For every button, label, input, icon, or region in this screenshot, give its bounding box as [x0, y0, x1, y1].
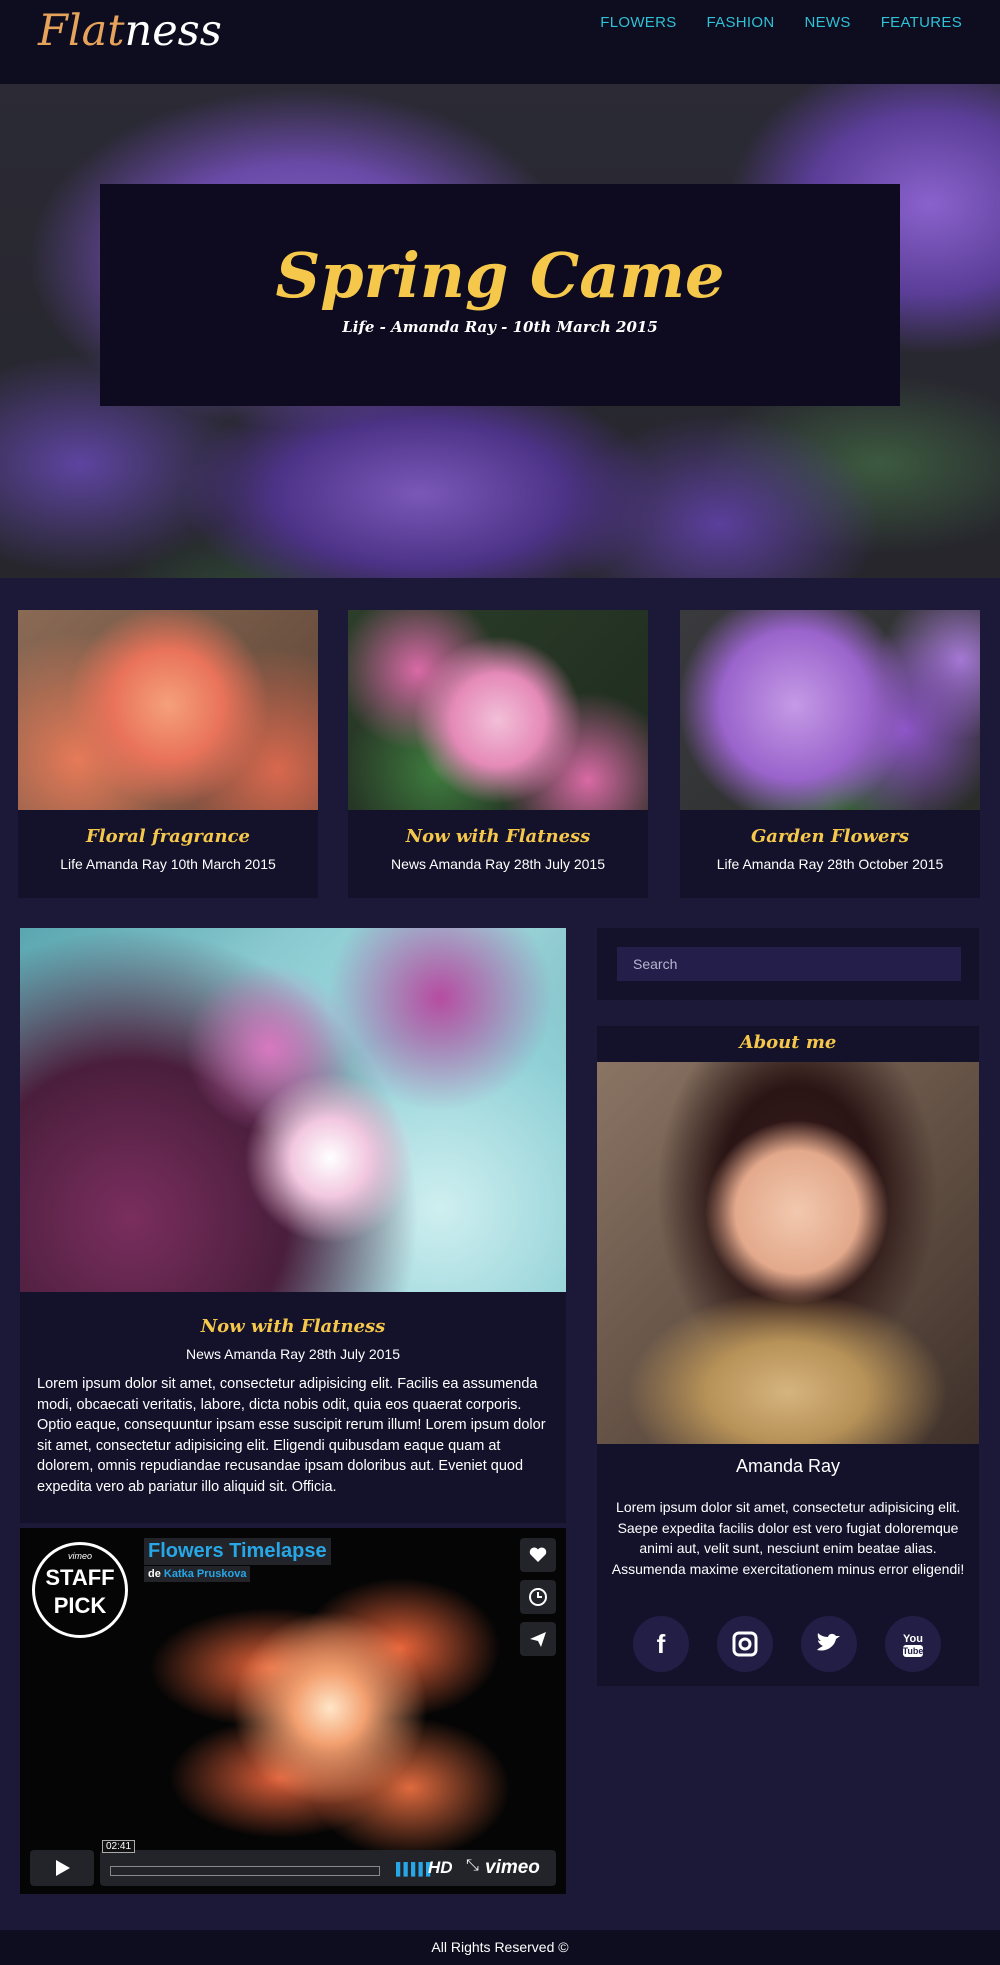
video-title[interactable]: Flowers Timelapse: [144, 1538, 331, 1565]
staff-pick-vimeo: vimeo: [67, 1551, 92, 1561]
search-widget: [597, 928, 979, 1000]
footer: All Rights Reserved ©: [0, 1930, 1000, 1965]
youtube-icon: YouTube: [903, 1633, 924, 1657]
video-byline: de Katka Pruskova: [144, 1566, 251, 1582]
search-input[interactable]: [617, 947, 961, 981]
card-meta: News Amanda Ray 28th July 2015: [390, 856, 605, 872]
instagram-icon: [732, 1631, 758, 1657]
card-meta: Life Amanda Ray 10th March 2015: [60, 856, 276, 872]
author-name: Amanda Ray: [735, 1456, 841, 1476]
nav-features[interactable]: FEATURES: [881, 14, 962, 31]
video-byline-prefix: de: [148, 1568, 161, 1580]
top-bar: Flatness FLOWERS FASHION NEWS FEATURES: [0, 0, 1000, 84]
twitter-button[interactable]: [801, 1616, 857, 1672]
post-card-floral-fragrance[interactable]: Floral fragrance Life Amanda Ray 10th Ma…: [18, 610, 318, 898]
twitter-icon: [817, 1633, 840, 1651]
post-image: [20, 928, 566, 1292]
about-me-widget: About me Amanda Ray Lorem ipsum dolor si…: [597, 1026, 979, 1686]
hero-caption-box: Spring Came Life - Amanda Ray - 10th Mar…: [100, 184, 900, 406]
video-control-bar: ▌▌▌▌▌ HD ⤡ vimeo: [100, 1850, 556, 1886]
logo-part-ness: ness: [124, 6, 222, 56]
post-card-now-with-flatness[interactable]: Now with Flatness News Amanda Ray 28th J…: [348, 610, 648, 898]
post-body: Lorem ipsum dolor sit amet, consectetur …: [37, 1376, 546, 1495]
author-description: Lorem ipsum dolor sit amet, consectetur …: [611, 1499, 965, 1577]
paper-plane-icon: [530, 1632, 546, 1647]
card-title[interactable]: Now with Flatness: [348, 826, 648, 847]
video-player[interactable]: vimeo STAFF PICK Flowers Timelapse de Ka…: [20, 1528, 566, 1894]
watch-later-button[interactable]: [520, 1580, 556, 1614]
nav-news[interactable]: NEWS: [805, 14, 851, 31]
nav-flowers[interactable]: FLOWERS: [600, 14, 676, 31]
hero-subtitle: Life - Amanda Ray - 10th March 2015: [342, 318, 658, 337]
heart-icon: [529, 1547, 547, 1562]
card-image[interactable]: [680, 610, 980, 810]
main-post: Now with Flatness News Amanda Ray 28th J…: [20, 928, 566, 1523]
time-indicator: 02:41: [102, 1840, 136, 1853]
card-image[interactable]: [18, 610, 318, 810]
vimeo-logo[interactable]: vimeo: [485, 1857, 540, 1879]
card-meta: Life Amanda Ray 28th October 2015: [716, 856, 944, 872]
card-image[interactable]: [348, 610, 648, 810]
play-icon: [56, 1860, 70, 1876]
staff-pick-line1: STAFF: [45, 1565, 115, 1590]
share-button[interactable]: [520, 1622, 556, 1656]
video-author[interactable]: Katka Pruskova: [164, 1568, 247, 1580]
site-logo[interactable]: Flatness: [38, 6, 222, 56]
play-button[interactable]: [30, 1850, 94, 1886]
post-title[interactable]: Now with Flatness: [20, 1316, 566, 1337]
post-meta: News Amanda Ray 28th July 2015: [185, 1346, 400, 1362]
facebook-icon: f: [656, 1629, 666, 1659]
svg-text:Tube: Tube: [903, 1646, 924, 1656]
progress-track[interactable]: [110, 1866, 380, 1876]
hd-toggle[interactable]: HD: [428, 1858, 453, 1878]
fullscreen-icon[interactable]: ⤡: [466, 1857, 479, 1875]
like-button[interactable]: [520, 1538, 556, 1572]
hero-title[interactable]: Spring Came: [100, 241, 900, 310]
author-photo: [597, 1062, 979, 1444]
facebook-button[interactable]: f: [633, 1616, 689, 1672]
nav-fashion[interactable]: FASHION: [707, 14, 775, 31]
staff-pick-badge: vimeo STAFF PICK: [32, 1542, 128, 1638]
staff-pick-line2: PICK: [53, 1593, 107, 1618]
hero-banner: Spring Came Life - Amanda Ray - 10th Mar…: [0, 84, 1000, 578]
instagram-button[interactable]: [717, 1616, 773, 1672]
svg-text:You: You: [903, 1633, 923, 1645]
main-nav: FLOWERS FASHION NEWS FEATURES: [600, 14, 962, 31]
copyright-text: All Rights Reserved ©: [431, 1939, 569, 1955]
post-card-garden-flowers[interactable]: Garden Flowers Life Amanda Ray 28th Octo…: [680, 610, 980, 898]
clock-icon: [529, 1588, 547, 1606]
about-title: About me: [739, 1032, 837, 1053]
card-title[interactable]: Floral fragrance: [18, 826, 318, 847]
video-thumbnail: [140, 1558, 520, 1858]
social-links: f You Tube: [633, 1616, 941, 1672]
logo-part-flat: Flat: [38, 6, 125, 56]
card-title[interactable]: Garden Flowers: [680, 826, 980, 847]
youtube-button[interactable]: You Tube: [885, 1616, 941, 1672]
